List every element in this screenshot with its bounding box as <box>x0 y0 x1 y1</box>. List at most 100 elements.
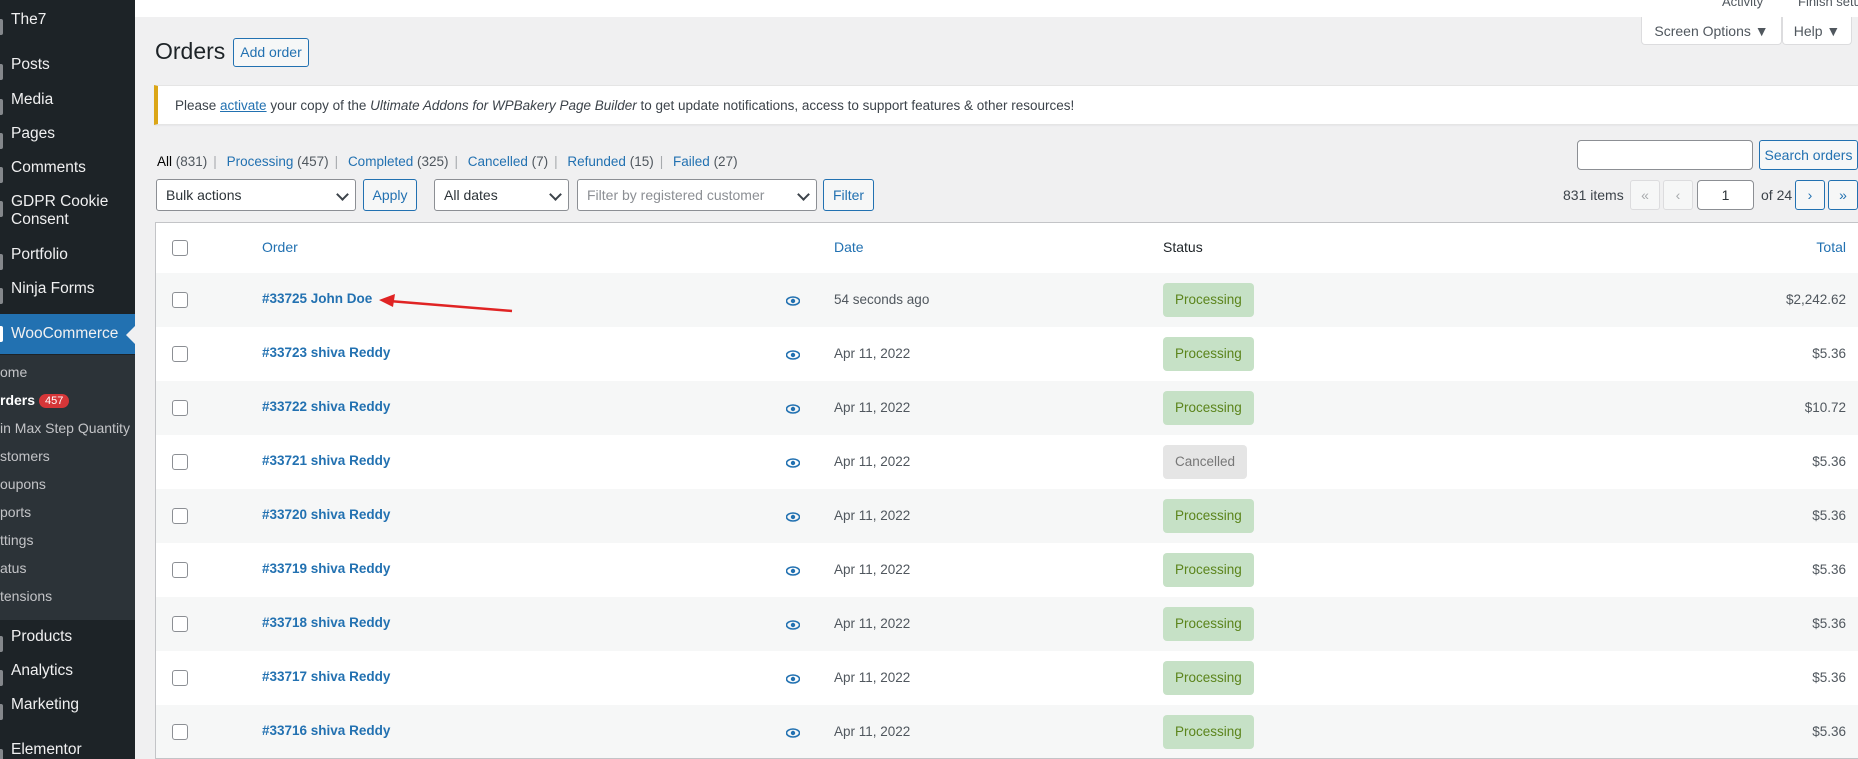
view-processing[interactable]: Processing <box>227 154 294 169</box>
table-row[interactable]: #33716 shiva Reddy Apr 11, 2022 Processing… <box>156 705 1858 758</box>
row-checkbox[interactable] <box>172 346 188 362</box>
view-cancelled[interactable]: Cancelled <box>468 154 528 169</box>
view-failed[interactable]: Failed <box>673 154 710 169</box>
next-page-button[interactable]: › <box>1795 180 1825 210</box>
activate-link[interactable]: activate <box>220 98 267 113</box>
submenu-item-customers[interactable]: stomers <box>0 448 135 464</box>
preview-eye-icon[interactable] <box>785 347 801 364</box>
row-checkbox[interactable] <box>172 724 188 740</box>
menu-item-posts[interactable]: Posts <box>0 56 135 90</box>
order-date: Apr 11, 2022 <box>834 562 911 577</box>
pages-icon <box>0 133 3 149</box>
order-link[interactable]: #33722 shiva Reddy <box>262 399 390 414</box>
activation-notice: Please activate your copy of the Ultimat… <box>154 85 1858 125</box>
view-refunded[interactable]: Refunded <box>567 154 626 169</box>
search-input[interactable] <box>1577 140 1753 170</box>
order-link[interactable]: #33719 shiva Reddy <box>262 561 390 576</box>
menu-item-pages[interactable]: Pages <box>0 125 135 159</box>
view-completed[interactable]: Completed <box>348 154 413 169</box>
submenu-item-status[interactable]: atus <box>0 560 135 576</box>
last-page-button[interactable]: » <box>1828 180 1858 210</box>
order-total: $5.36 <box>1812 724 1846 739</box>
view-count: (7) <box>531 154 549 169</box>
search-orders-button[interactable]: Search orders <box>1759 140 1858 170</box>
row-checkbox[interactable] <box>172 508 188 524</box>
preview-eye-icon[interactable] <box>785 725 801 742</box>
preview-eye-icon[interactable] <box>785 671 801 688</box>
add-order-button[interactable]: Add order <box>233 38 309 67</box>
table-row[interactable]: #33722 shiva Reddy Apr 11, 2022 Processing… <box>156 381 1858 435</box>
finish-setup-link[interactable]: Finish setu <box>1798 0 1858 9</box>
date-filter-select[interactable]: All dates <box>434 179 569 211</box>
menu-item-portfolio[interactable]: Portfolio <box>0 246 135 280</box>
submenu-item-home[interactable]: ome <box>0 364 135 380</box>
order-link[interactable]: #33723 shiva Reddy <box>262 345 390 360</box>
row-checkbox[interactable] <box>172 292 188 308</box>
order-link[interactable]: #33716 shiva Reddy <box>262 723 390 738</box>
menu-item-woocommerce[interactable]: WooCommerce <box>0 314 135 354</box>
table-row[interactable]: #33718 shiva Reddy Apr 11, 2022 Processing… <box>156 597 1858 651</box>
column-order-header[interactable]: Order <box>262 239 298 255</box>
current-page-input[interactable]: 1 <box>1697 180 1754 210</box>
column-total-header[interactable]: Total <box>1816 239 1846 255</box>
menu-item-label: Elementor <box>11 741 82 758</box>
menu-item-media[interactable]: Media <box>0 91 135 125</box>
order-link[interactable]: #33717 shiva Reddy <box>262 669 390 684</box>
submenu-item-extensions[interactable]: tensions <box>0 588 135 604</box>
filter-button[interactable]: Filter <box>823 179 874 211</box>
order-link[interactable]: #33720 shiva Reddy <box>262 507 390 522</box>
status-badge: Processing <box>1163 283 1254 317</box>
menu-item-comments[interactable]: Comments <box>0 159 135 193</box>
view-all[interactable]: All <box>157 154 172 169</box>
order-link[interactable]: #33721 shiva Reddy <box>262 453 390 468</box>
status-badge: Processing <box>1163 715 1254 749</box>
menu-item-marketing[interactable]: Marketing <box>0 696 135 730</box>
preview-eye-icon[interactable] <box>785 455 801 472</box>
apply-button[interactable]: Apply <box>363 179 417 211</box>
row-checkbox[interactable] <box>172 454 188 470</box>
items-count: 831 items <box>1563 187 1624 203</box>
row-checkbox[interactable] <box>172 400 188 416</box>
submenu-item-orders[interactable]: rders 457 <box>0 392 135 408</box>
preview-eye-icon[interactable] <box>785 617 801 634</box>
table-row[interactable]: #33723 shiva Reddy Apr 11, 2022 Processing… <box>156 327 1858 381</box>
help-button[interactable]: Help ▼ <box>1782 17 1852 45</box>
submenu-item-settings[interactable]: ttings <box>0 532 135 548</box>
row-checkbox[interactable] <box>172 670 188 686</box>
menu-item-gdpr-cookie-consent[interactable]: GDPR Cookie Consent <box>0 193 135 233</box>
bulk-actions-select[interactable]: Bulk actions <box>156 179 356 211</box>
first-page-button[interactable]: « <box>1630 180 1660 210</box>
submenu-item-reports[interactable]: ports <box>0 504 135 520</box>
menu-item-the7[interactable]: The7 <box>0 11 135 45</box>
submenu-item-coupons[interactable]: oupons <box>0 476 135 492</box>
table-row[interactable]: #33720 shiva Reddy Apr 11, 2022 Processing… <box>156 489 1858 543</box>
comments-icon <box>0 167 3 183</box>
activity-link[interactable]: Activity <box>1722 0 1763 9</box>
row-checkbox[interactable] <box>172 562 188 578</box>
status-badge: Processing <box>1163 553 1254 587</box>
preview-eye-icon[interactable] <box>785 293 801 310</box>
customer-filter-select[interactable]: Filter by registered customer <box>577 179 817 211</box>
menu-item-analytics[interactable]: Analytics <box>0 662 135 696</box>
submenu-item-min-max-step-quantity[interactable]: in Max Step Quantity <box>0 420 135 436</box>
menu-item-ninja-forms[interactable]: Ninja Forms <box>0 280 135 314</box>
table-row[interactable]: #33721 shiva Reddy Apr 11, 2022 Cancelled $… <box>156 435 1858 489</box>
preview-eye-icon[interactable] <box>785 401 801 418</box>
select-all-checkbox[interactable] <box>172 240 188 256</box>
menu-item-elementor[interactable]: Elementor <box>0 741 135 759</box>
view-count: (27) <box>713 154 738 169</box>
preview-eye-icon[interactable] <box>785 509 801 526</box>
prev-page-button[interactable]: ‹ <box>1663 180 1693 210</box>
column-date-header[interactable]: Date <box>834 239 864 255</box>
order-link[interactable]: #33725 John Doe <box>262 291 372 306</box>
order-total: $2,242.62 <box>1785 292 1846 307</box>
menu-item-label: Comments <box>11 159 86 176</box>
order-link[interactable]: #33718 shiva Reddy <box>262 615 390 630</box>
preview-eye-icon[interactable] <box>785 563 801 580</box>
menu-item-products[interactable]: Products <box>0 628 135 662</box>
table-row[interactable]: #33717 shiva Reddy Apr 11, 2022 Processing… <box>156 651 1858 705</box>
table-row[interactable]: #33719 shiva Reddy Apr 11, 2022 Processing… <box>156 543 1858 597</box>
notice-product-name: Ultimate Addons for WPBakery Page Builde… <box>370 98 637 113</box>
screen-options-button[interactable]: Screen Options ▼ <box>1641 17 1782 45</box>
row-checkbox[interactable] <box>172 616 188 632</box>
